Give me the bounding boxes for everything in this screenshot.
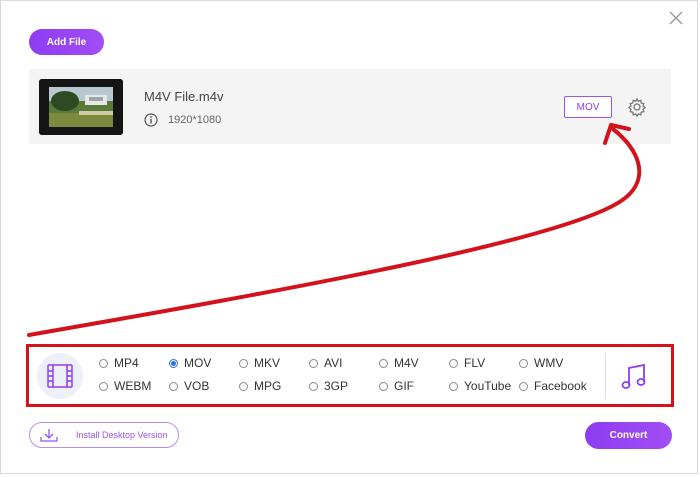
format-label: MP4 [114,356,139,370]
format-option-wmv[interactable]: WMV [519,355,563,371]
radio-button[interactable] [449,358,458,368]
format-label: AVI [324,356,343,370]
radio-button[interactable] [449,381,458,391]
format-option-youtube[interactable]: YouTube [449,378,511,394]
format-option-3gp[interactable]: 3GP [309,378,348,394]
format-option-vob[interactable]: VOB [169,378,209,394]
format-option-mkv[interactable]: MKV [239,355,280,371]
video-tab[interactable] [37,353,83,399]
format-label: YouTube [464,379,512,393]
format-option-avi[interactable]: AVI [309,355,342,371]
close-icon[interactable] [665,7,687,29]
format-label: WMV [534,356,564,370]
radio-button[interactable] [379,381,388,391]
format-option-mp4[interactable]: MP4 [99,355,139,371]
radio-button[interactable] [239,381,248,391]
video-thumbnail [39,79,123,135]
format-selector-panel: MP4 MOV MKV AVI M4V FLV WMV WEBM VOB MPG… [26,344,674,407]
format-label: WEBM [114,379,152,393]
format-grid: MP4 MOV MKV AVI M4V FLV WMV WEBM VOB MPG… [99,355,599,399]
radio-button[interactable] [309,358,318,368]
format-label: MPG [254,379,282,393]
format-option-facebook[interactable]: Facebook [519,378,587,394]
install-desktop-button[interactable]: Install Desktop Version [29,422,179,448]
file-resolution: 1920*1080 [168,114,222,126]
format-option-mpg[interactable]: MPG [239,378,281,394]
install-label: Install Desktop Version [76,430,168,440]
info-icon [144,113,158,127]
format-label: 3GP [324,379,349,393]
radio-button[interactable] [519,381,528,391]
film-icon [47,364,73,388]
radio-button[interactable] [169,381,178,391]
format-label: M4V [394,356,419,370]
format-option-mov[interactable]: MOV [169,355,211,371]
format-label: VOB [184,379,210,393]
file-name: M4V File.m4v [144,89,224,104]
format-label: Facebook [534,379,587,393]
radio-button[interactable] [519,358,528,368]
converter-dialog: Add File M4V File.m4v 1920*1080 MOV MP4 … [0,0,698,474]
format-option-webm[interactable]: WEBM [99,378,151,394]
download-icon [40,429,58,442]
format-option-flv[interactable]: FLV [449,355,485,371]
divider [605,353,606,399]
radio-button-selected[interactable] [169,358,178,368]
convert-button[interactable]: Convert [585,422,672,449]
output-format-button[interactable]: MOV [564,96,612,118]
format-option-gif[interactable]: GIF [379,378,414,394]
format-label: MKV [254,356,281,370]
radio-button[interactable] [99,381,108,391]
file-row: M4V File.m4v 1920*1080 MOV [29,69,671,144]
gear-icon[interactable] [627,97,647,117]
radio-button[interactable] [99,358,108,368]
add-file-button[interactable]: Add File [29,29,104,55]
format-option-m4v[interactable]: M4V [379,355,419,371]
radio-button[interactable] [239,358,248,368]
format-label: FLV [464,356,486,370]
radio-button[interactable] [379,358,388,368]
format-label: MOV [184,356,212,370]
radio-button[interactable] [309,381,318,391]
format-label: GIF [394,379,414,393]
music-note-icon[interactable] [621,363,647,391]
